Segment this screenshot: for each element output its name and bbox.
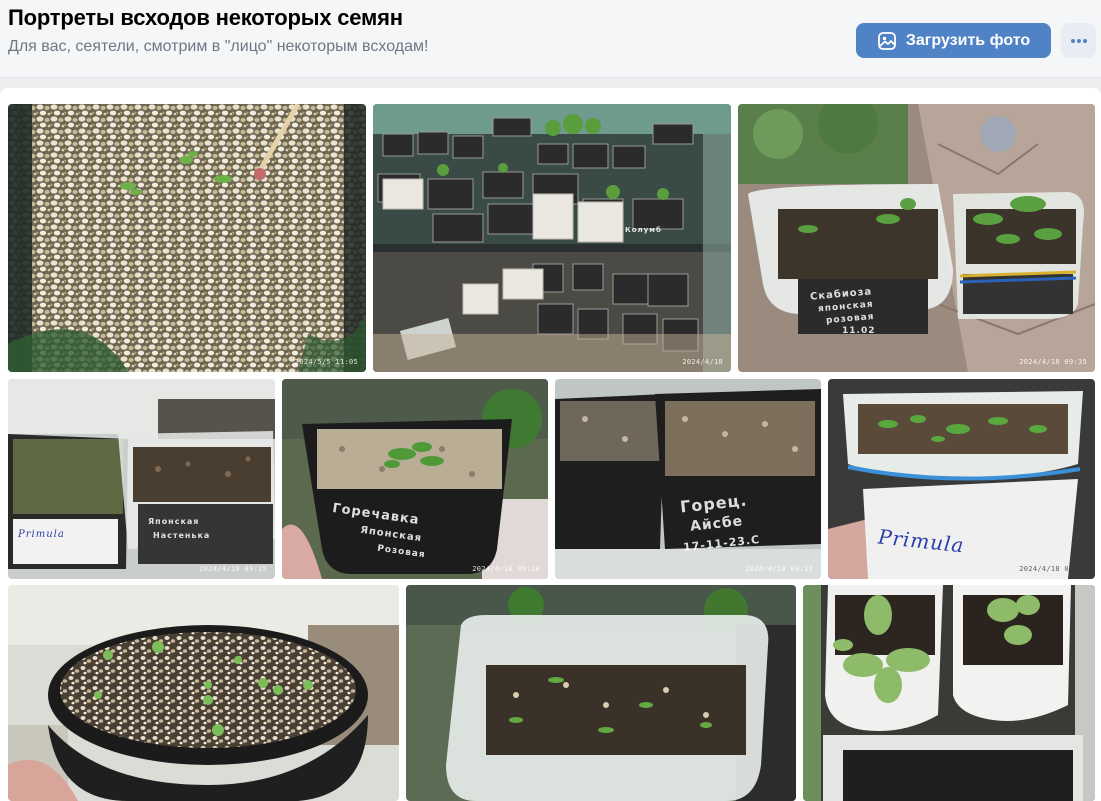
album-description: Для вас, сеятели, смотрим в "лицо" некот…: [8, 38, 429, 55]
photo-label: 11.02: [842, 326, 876, 336]
album-header: Портреты всходов некоторых семян Для вас…: [0, 0, 1101, 78]
photo-date-stamp: 2024/4/18 09:02: [1019, 565, 1087, 573]
photo-date-stamp: 2024/4/18 09:25: [199, 565, 267, 573]
image-icon: [877, 31, 897, 51]
photo-date-stamp: 2024/5/5 11:05: [294, 358, 358, 366]
photo-label: Настенька: [153, 531, 211, 540]
photo-grid: 2024/5/5 11:05 Колумб 2024/4/18 Скабиоза…: [0, 88, 1101, 801]
photo-date-stamp: 2024/4/18 09:13: [745, 565, 813, 573]
photo-thumbnail[interactable]: Колумб 2024/4/18: [373, 104, 731, 372]
photo-thumbnail[interactable]: [8, 585, 399, 801]
album-title: Портреты всходов некоторых семян: [8, 5, 403, 30]
photo-date-stamp: 2024/4/18: [682, 358, 723, 366]
photo-date-stamp: 2024/4/18 09:20: [472, 565, 540, 573]
more-options-button[interactable]: [1061, 23, 1096, 58]
photo-thumbnail[interactable]: Primula Японская Настенька 2024/4/18 09:…: [8, 379, 275, 579]
more-dots-icon: [1070, 38, 1088, 44]
photo-thumbnail[interactable]: [803, 585, 1095, 801]
photo-thumbnail[interactable]: Скабиоза японская розовая 11.02 2024/4/1…: [738, 104, 1095, 372]
photo-label: Колумб: [625, 226, 662, 234]
photo-label: Японская: [148, 517, 200, 526]
upload-photo-button[interactable]: Загрузить фото: [856, 23, 1051, 58]
photo-label: Primula: [18, 529, 65, 540]
photo-thumbnail[interactable]: Primula 2024/4/18 09:02: [828, 379, 1095, 579]
upload-photo-label: Загрузить фото: [905, 31, 1031, 49]
photo-date-stamp: 2024/4/18 09:35: [1019, 358, 1087, 366]
photo-thumbnail[interactable]: Горец. Айсбе 17-11-23.С 2024/4/18 09:13: [555, 379, 821, 579]
photo-thumbnail[interactable]: Горечавка Японская Розовая 2024/4/18 09:…: [282, 379, 548, 579]
photo-thumbnail[interactable]: 2024/5/5 11:05: [8, 104, 366, 372]
photo-thumbnail[interactable]: [406, 585, 796, 801]
